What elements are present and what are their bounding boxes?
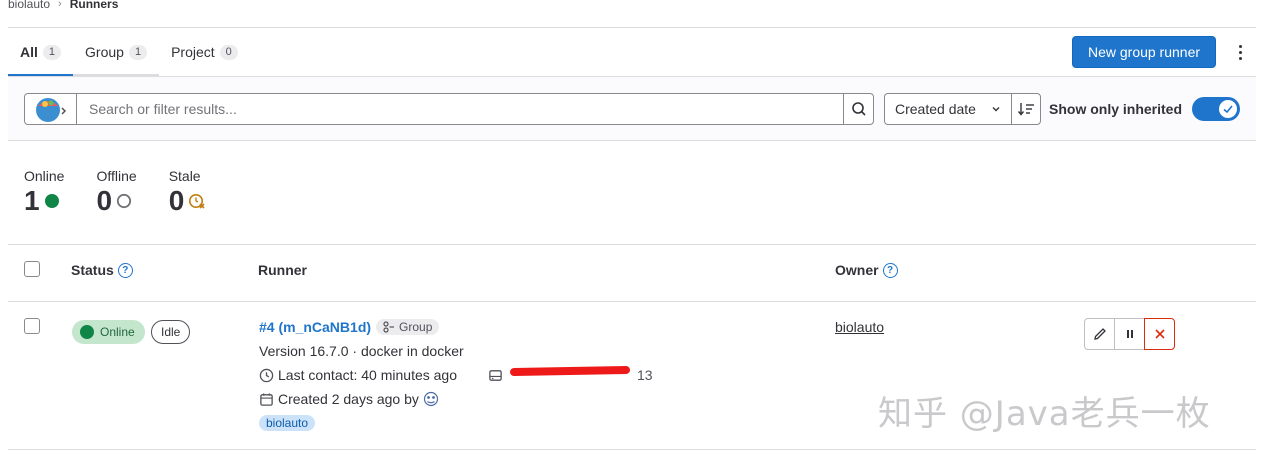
filtered-search: Search or filter results... [24, 93, 874, 125]
offline-status-icon [116, 193, 132, 209]
more-actions-icon[interactable] [1228, 36, 1252, 68]
runner-created: Created 2 days ago by [259, 391, 439, 407]
sort-direction-icon[interactable] [1011, 93, 1041, 125]
runner-type-label: Group [399, 320, 433, 334]
column-status: Status ? [71, 262, 133, 278]
watermark-text: 知乎 @Java老兵一枚 [878, 394, 1211, 434]
runner-stats: Online 1 Offline 0 Stale 0 [24, 168, 206, 218]
table-header: Status ? Runner Owner ? [8, 244, 1256, 302]
calendar-icon [260, 392, 273, 406]
stat-label: Offline [96, 168, 137, 184]
status-label: Online [100, 325, 135, 339]
tab-label: All [20, 44, 38, 60]
status-badge-idle: Idle [151, 320, 191, 344]
column-owner: Owner ? [835, 262, 898, 278]
stat-value: 0 [168, 185, 185, 216]
group-icon [383, 321, 395, 333]
stat-label: Online [24, 168, 65, 184]
tab-count: 1 [128, 44, 148, 60]
pause-icon[interactable] [1114, 318, 1145, 350]
runner-tabs: All 1 Group 1 Project 0 [8, 28, 250, 76]
tab-count: 0 [219, 44, 238, 60]
select-all-checkbox[interactable] [24, 261, 40, 277]
tab-count: 1 [42, 44, 62, 60]
stat-value: 0 [96, 185, 113, 216]
stat-value: 1 [24, 185, 40, 216]
chevron-down-icon [992, 107, 1000, 112]
sort-label: Created date [895, 101, 976, 117]
search-icon[interactable] [843, 94, 873, 124]
tab-label: Project [171, 44, 215, 60]
stat-online: Online 1 [24, 168, 64, 218]
breadcrumb: biolauto › Runners [8, 0, 118, 11]
runner-tag[interactable]: biolauto [259, 415, 316, 431]
column-label: Owner [835, 262, 879, 278]
runner-link[interactable]: #4 (m_nCaNB1d) [259, 319, 371, 335]
breadcrumb-separator: › [58, 0, 62, 10]
new-group-runner-button[interactable]: New group runner [1072, 36, 1216, 68]
ip-text: 13 [637, 367, 653, 383]
runner-title: #4 (m_nCaNB1d) Group [259, 319, 440, 335]
runner-version: Version 16.7.0 · docker in docker [259, 343, 464, 359]
help-icon[interactable]: ? [117, 262, 133, 278]
tab-label: Group [85, 44, 124, 60]
search-input[interactable]: Search or filter results... [77, 94, 843, 124]
stat-offline: Offline 0 [96, 168, 136, 218]
online-dot-icon [80, 325, 94, 339]
runner-type-badge: Group [376, 319, 440, 335]
last-contact-text: Last contact: 40 minutes ago [278, 367, 457, 383]
stat-stale: Stale 0 [169, 168, 207, 218]
column-label: Status [71, 262, 114, 278]
status-badge-online: Online [72, 320, 145, 344]
row-checkbox[interactable] [24, 318, 40, 334]
stat-label: Stale [168, 168, 201, 184]
online-status-icon [44, 194, 59, 208]
tab-all[interactable]: All 1 [8, 28, 74, 76]
sort-dropdown[interactable]: Created date [884, 93, 1012, 125]
breadcrumb-current[interactable]: Runners [70, 0, 119, 11]
tab-group[interactable]: Group 1 [73, 28, 160, 76]
check-icon [1219, 100, 1237, 118]
runner-actions [1084, 318, 1175, 350]
server-icon [489, 369, 502, 381]
filter-bar: Search or filter results... Created date… [8, 77, 1256, 141]
tab-project[interactable]: Project 0 [159, 28, 250, 76]
column-runner: Runner [258, 262, 307, 278]
help-icon[interactable]: ? [882, 262, 898, 278]
clock-icon [259, 368, 274, 382]
edit-icon[interactable] [1084, 318, 1115, 350]
stale-status-icon [189, 194, 205, 209]
delete-icon[interactable] [1144, 318, 1175, 350]
breadcrumb-parent[interactable]: biolauto [8, 0, 50, 11]
runner-last-contact: Last contact: 40 minutes ago [259, 367, 457, 383]
created-text: Created 2 days ago by [278, 391, 419, 407]
user-avatar-icon[interactable] [423, 391, 439, 407]
owner-link[interactable]: biolauto [835, 319, 884, 335]
column-label: Runner [258, 262, 307, 278]
recent-searches-avatar-icon[interactable] [25, 94, 77, 124]
show-inherited-label: Show only inherited [1049, 101, 1183, 117]
show-inherited-toggle[interactable] [1192, 97, 1240, 121]
